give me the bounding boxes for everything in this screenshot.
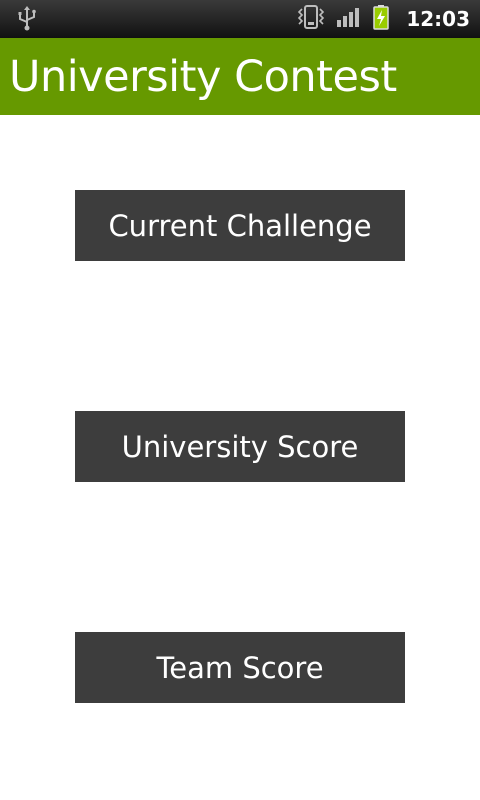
status-bar: 12:03 (0, 0, 480, 38)
university-score-button[interactable]: University Score (75, 411, 405, 482)
current-challenge-button-label: Current Challenge (108, 208, 372, 243)
team-score-button[interactable]: Team Score (75, 632, 405, 703)
current-challenge-button[interactable]: Current Challenge (75, 190, 405, 261)
usb-icon (16, 6, 38, 36)
battery-charging-icon (372, 4, 390, 34)
university-score-button-label: University Score (121, 429, 359, 464)
signal-icon (336, 6, 362, 32)
clock: 12:03 (406, 7, 470, 31)
title-bar: University Contest (0, 38, 480, 115)
team-score-button-label: Team Score (156, 650, 324, 685)
page-title: University Contest (9, 51, 397, 102)
vibrate-icon (296, 4, 326, 34)
